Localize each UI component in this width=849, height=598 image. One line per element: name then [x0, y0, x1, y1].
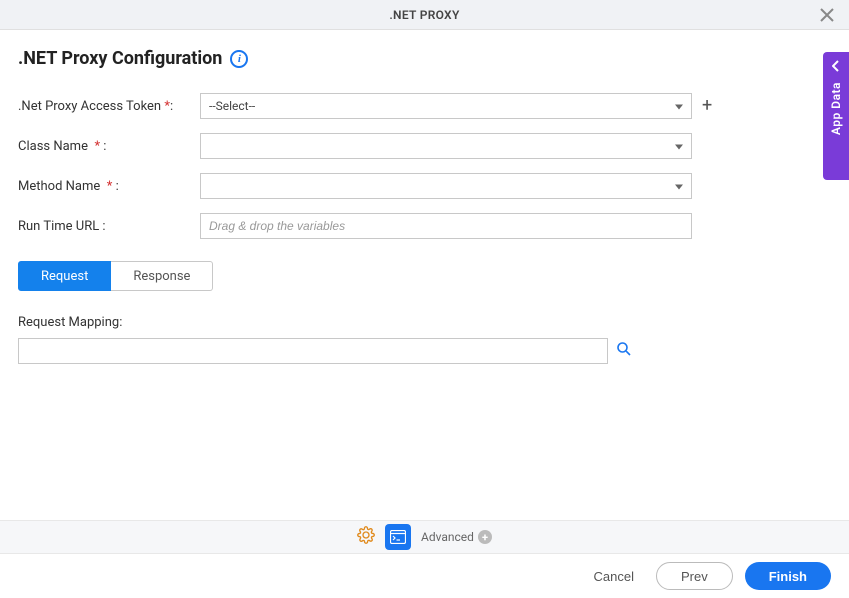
class-name-label-text: Class Name [18, 139, 88, 154]
close-icon[interactable] [817, 5, 837, 25]
class-name-label: Class Name * : [18, 139, 200, 154]
colon: : [170, 99, 173, 114]
gear-icon[interactable] [357, 526, 375, 549]
request-mapping-label: Request Mapping: [18, 315, 831, 330]
method-name-label: Method Name * : [18, 179, 200, 194]
finish-button[interactable]: Finish [745, 562, 831, 590]
required-marker: * [94, 139, 100, 154]
tab-request[interactable]: Request [18, 261, 111, 291]
method-name-row: Method Name * : [18, 173, 831, 199]
colon: : [103, 139, 106, 154]
tab-response-label: Response [133, 269, 190, 284]
class-name-select[interactable] [200, 133, 692, 159]
runtime-url-row: Run Time URL : [18, 213, 831, 239]
request-mapping-input[interactable] [18, 338, 608, 364]
runtime-url-input[interactable] [200, 213, 692, 239]
tab-request-label: Request [41, 269, 88, 284]
prev-label: Prev [681, 569, 708, 584]
cancel-label: Cancel [594, 569, 634, 584]
finish-label: Finish [769, 569, 807, 584]
footer: Cancel Prev Finish [0, 554, 849, 598]
page-title: .NET Proxy Configuration [18, 48, 222, 69]
access-token-label-text: .Net Proxy Access Token [18, 99, 161, 114]
access-token-label: .Net Proxy Access Token *: [18, 99, 200, 114]
info-icon[interactable]: i [230, 50, 248, 68]
request-mapping-row [18, 338, 831, 364]
chevron-left-icon [832, 60, 840, 76]
access-token-value: --Select-- [209, 99, 255, 113]
method-name-select[interactable] [200, 173, 692, 199]
side-tab-label: App Data [829, 82, 843, 135]
tab-response[interactable]: Response [111, 261, 213, 291]
tabs: Request Response [18, 261, 831, 291]
plus-circle-icon: + [478, 530, 492, 544]
advanced-label-text: Advanced [421, 530, 474, 544]
dialog-title: .NET PROXY [389, 8, 459, 22]
bottom-toolbar: Advanced + [0, 520, 849, 554]
access-token-row: .Net Proxy Access Token *: --Select-- + [18, 93, 831, 119]
prev-button[interactable]: Prev [656, 562, 733, 590]
required-marker: * [107, 179, 113, 194]
colon: : [116, 179, 119, 194]
runtime-url-label: Run Time URL : [18, 219, 200, 234]
advanced-button[interactable]: Advanced + [421, 530, 492, 544]
terminal-icon[interactable] [385, 524, 411, 550]
dialog-header: .NET PROXY [0, 0, 849, 30]
app-data-side-tab[interactable]: App Data [823, 52, 849, 180]
page-title-row: .NET Proxy Configuration i [18, 48, 831, 69]
method-name-label-text: Method Name [18, 179, 100, 194]
main-body: .NET Proxy Configuration i .Net Proxy Ac… [0, 30, 849, 364]
class-name-row: Class Name * : [18, 133, 831, 159]
add-token-icon[interactable]: + [702, 97, 712, 115]
search-icon[interactable] [616, 341, 632, 361]
access-token-select[interactable]: --Select-- [200, 93, 692, 119]
cancel-button[interactable]: Cancel [584, 563, 644, 590]
